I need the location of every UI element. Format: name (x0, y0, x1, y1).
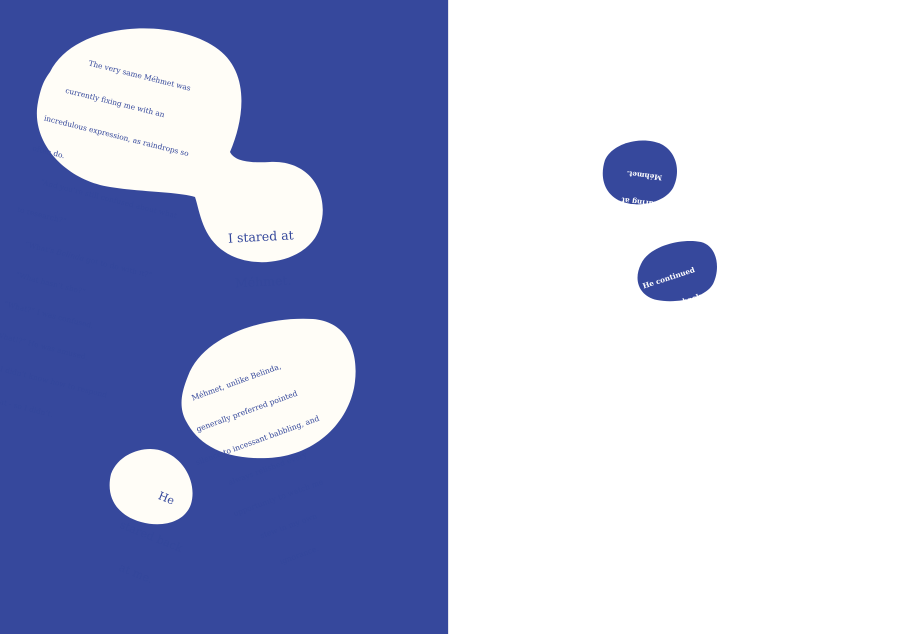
left-page: The very same Méhmet was currently fixin… (0, 0, 449, 634)
right-page: I continued staring at Méhmet. He contin… (449, 0, 898, 634)
speech-bubble-stared-text: I stared at Méhmet. (227, 227, 294, 291)
